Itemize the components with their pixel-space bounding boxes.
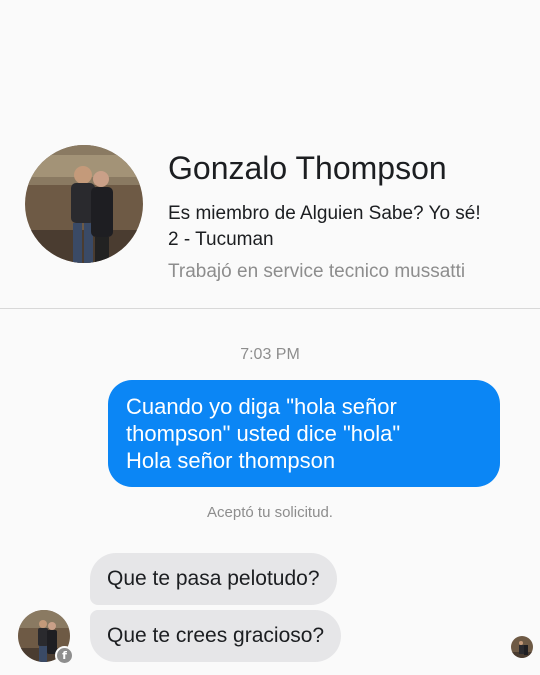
facebook-badge-icon: f [55,646,74,665]
incoming-message-bubble[interactable]: Que te pasa pelotudo? [90,553,337,605]
read-receipt-avatar [511,636,533,658]
incoming-message-bubble[interactable]: Que te crees gracioso? [90,610,342,662]
message-text-line: Cuando yo diga "hola señor [126,394,397,419]
profile-membership: Es miembro de Alguien Sabe? Yo sé! [168,203,481,224]
outgoing-message-bubble[interactable]: Cuando yo diga "hola señor thompson" ust… [108,380,500,487]
profile-work: Trabajó en service tecnico mussatti [168,261,466,282]
message-text-line: thompson" usted dice "hola" [126,421,401,446]
message-text-line: Hola señor thompson [126,448,336,473]
profile-location: 2 - Tucuman [168,229,274,250]
message-timestamp: 7:03 PM [240,346,300,363]
profile-photo-icon [25,145,143,263]
profile-name[interactable]: Gonzalo Thompson [168,150,447,187]
read-receipt-avatar-icon [511,636,533,658]
request-accepted-status: Aceptó tu solicitud. [207,504,333,521]
profile-avatar[interactable] [25,145,143,263]
header-divider [0,308,540,309]
